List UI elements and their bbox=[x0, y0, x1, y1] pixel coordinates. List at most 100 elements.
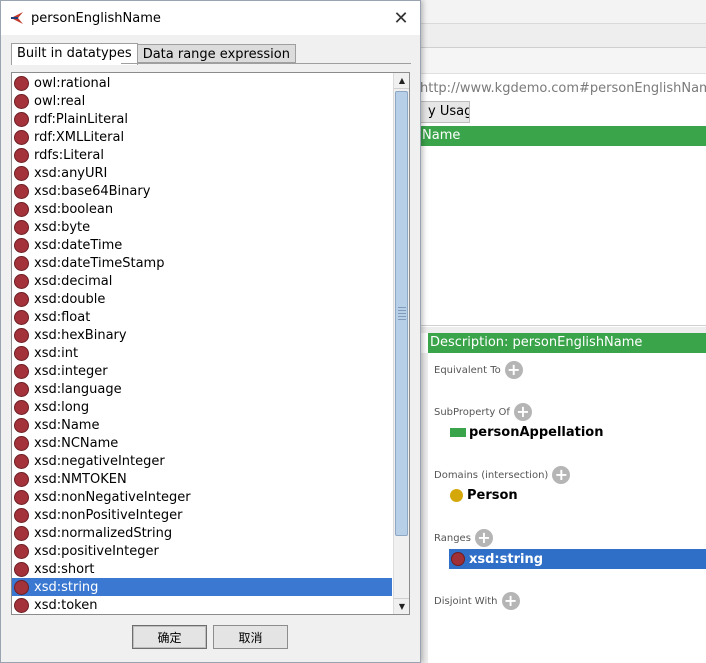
datatype-label: xsd:anyURI bbox=[34, 165, 108, 181]
datatype-icon bbox=[14, 489, 29, 505]
datatype-label: owl:rational bbox=[34, 75, 111, 91]
dialog-title: personEnglishName bbox=[31, 10, 161, 26]
list-item[interactable]: xsd:normalizedString bbox=[12, 524, 392, 542]
list-item[interactable]: xsd:decimal bbox=[12, 272, 392, 290]
list-item[interactable]: owl:real bbox=[12, 92, 392, 110]
list-item[interactable]: xsd:anyURI bbox=[12, 164, 392, 182]
list-item[interactable]: xsd:byte bbox=[12, 218, 392, 236]
list-item[interactable]: xsd:NMTOKEN bbox=[12, 470, 392, 488]
tab-data-range-expression[interactable]: Data range expression bbox=[136, 44, 296, 63]
subproperty-entry[interactable]: personAppellation bbox=[450, 425, 604, 440]
datatype-icon bbox=[14, 345, 29, 361]
datatype-icon bbox=[14, 309, 29, 325]
list-item[interactable]: xsd:boolean bbox=[12, 200, 392, 218]
ok-button[interactable]: 确定 bbox=[132, 625, 207, 649]
datatype-icon bbox=[14, 453, 29, 469]
close-icon[interactable]: ✕ bbox=[388, 6, 414, 30]
datatype-icon bbox=[14, 129, 29, 145]
dialog-titlebar[interactable]: personEnglishName ✕ bbox=[1, 1, 420, 35]
datatype-icon bbox=[14, 273, 29, 289]
datatype-icon bbox=[14, 93, 29, 109]
list-item[interactable]: xsd:int bbox=[12, 344, 392, 362]
tab-built-in-datatypes[interactable]: Built in datatypes bbox=[11, 43, 138, 65]
add-range-icon[interactable]: + bbox=[474, 529, 493, 547]
section-domains: Domains (intersection) + bbox=[434, 466, 571, 484]
datatype-label: xsd:language bbox=[34, 381, 122, 397]
datatype-label: xsd:negativeInteger bbox=[34, 453, 165, 469]
list-item[interactable]: xsd:integer bbox=[12, 362, 392, 380]
scrollbar-thumb[interactable] bbox=[395, 91, 408, 536]
list-item[interactable]: xsd:positiveInteger bbox=[12, 542, 392, 560]
datatype-icon bbox=[14, 471, 29, 487]
scroll-down-icon[interactable]: ▼ bbox=[394, 598, 409, 614]
datatype-icon bbox=[14, 543, 29, 559]
datatype-icon bbox=[14, 291, 29, 307]
datatype-icon bbox=[14, 183, 29, 199]
datatype-label: xsd:boolean bbox=[34, 201, 114, 217]
add-subproperty-icon[interactable]: + bbox=[513, 403, 532, 421]
datatype-icon bbox=[14, 147, 29, 163]
range-label: xsd:string bbox=[469, 551, 544, 567]
list-item[interactable]: xsd:double bbox=[12, 290, 392, 308]
datatype-icon bbox=[14, 561, 29, 577]
vertical-scrollbar[interactable]: ▲ ▼ bbox=[393, 73, 409, 614]
list-item[interactable]: rdf:PlainLiteral bbox=[12, 110, 392, 128]
list-item[interactable]: xsd:base64Binary bbox=[12, 182, 392, 200]
description-panel bbox=[420, 353, 706, 663]
list-item[interactable]: xsd:negativeInteger bbox=[12, 452, 392, 470]
list-item[interactable]: xsd:dateTime bbox=[12, 236, 392, 254]
datatype-icon bbox=[14, 579, 29, 595]
datatype-icon bbox=[14, 381, 29, 397]
datatype-icon bbox=[14, 327, 29, 343]
datatype-icon bbox=[14, 597, 29, 613]
datatype-list[interactable]: owl:rational owl:real rdf:PlainLiteral rdf:… bbox=[11, 72, 410, 615]
datatype-label: xsd:float bbox=[34, 309, 91, 325]
list-item[interactable]: xsd:string bbox=[12, 578, 392, 596]
datatype-label: xsd:double bbox=[34, 291, 106, 307]
domain-entry[interactable]: Person bbox=[450, 488, 518, 503]
datatype-icon bbox=[14, 417, 29, 433]
datatype-label: xsd:normalizedString bbox=[34, 525, 173, 541]
datatype-label: xsd:NMTOKEN bbox=[34, 471, 127, 487]
add-equivalent-icon[interactable]: + bbox=[504, 361, 523, 379]
datatype-label: rdf:PlainLiteral bbox=[34, 111, 129, 127]
list-item[interactable]: rdf:XMLLiteral bbox=[12, 128, 392, 146]
list-item[interactable]: xsd:NCName bbox=[12, 434, 392, 452]
list-item[interactable]: owl:rational bbox=[12, 74, 392, 92]
list-item[interactable]: xsd:dateTimeStamp bbox=[12, 254, 392, 272]
section-label: SubProperty Of bbox=[434, 406, 510, 418]
datatype-label: xsd:dateTimeStamp bbox=[34, 255, 165, 271]
range-entry[interactable]: xsd:string bbox=[449, 549, 706, 569]
section-ranges: Ranges + bbox=[434, 529, 493, 547]
list-item[interactable]: xsd:Name bbox=[12, 416, 392, 434]
list-item[interactable]: xsd:hexBinary bbox=[12, 326, 392, 344]
add-domain-icon[interactable]: + bbox=[552, 466, 571, 484]
cancel-button[interactable]: 取消 bbox=[213, 625, 288, 649]
datatype-icon bbox=[14, 111, 29, 127]
datatype-icon bbox=[14, 219, 29, 235]
list-item[interactable]: xsd:nonNegativeInteger bbox=[12, 488, 392, 506]
datatype-label: xsd:positiveInteger bbox=[34, 543, 159, 559]
subproperty-label: personAppellation bbox=[469, 425, 604, 440]
class-icon bbox=[450, 489, 463, 502]
description-header: Description: personEnglishName bbox=[428, 333, 706, 353]
datatype-label: xsd:Name bbox=[34, 417, 100, 433]
list-item[interactable]: xsd:nonPositiveInteger bbox=[12, 506, 392, 524]
list-item[interactable]: xsd:long bbox=[12, 398, 392, 416]
section-label: Equivalent To bbox=[434, 364, 501, 376]
section-subproperty-of: SubProperty Of + bbox=[434, 403, 532, 421]
scroll-up-icon[interactable]: ▲ bbox=[394, 73, 409, 89]
list-item[interactable]: xsd:token bbox=[12, 596, 392, 614]
datatype-dialog: personEnglishName ✕ Built in datatypes D… bbox=[0, 0, 421, 663]
grip-icon bbox=[398, 306, 406, 320]
datatype-label: xsd:nonPositiveInteger bbox=[34, 507, 183, 523]
list-item[interactable]: xsd:float bbox=[12, 308, 392, 326]
tab-usage[interactable]: y Usage bbox=[420, 101, 470, 123]
datatype-label: xsd:string bbox=[34, 579, 99, 595]
list-item[interactable]: rdfs:Literal bbox=[12, 146, 392, 164]
annotations-panel bbox=[420, 146, 706, 326]
list-item[interactable]: xsd:short bbox=[12, 560, 392, 578]
list-item[interactable]: xsd:language bbox=[12, 380, 392, 398]
add-disjoint-icon[interactable]: + bbox=[501, 592, 520, 610]
datatype-label: rdfs:Literal bbox=[34, 147, 104, 163]
